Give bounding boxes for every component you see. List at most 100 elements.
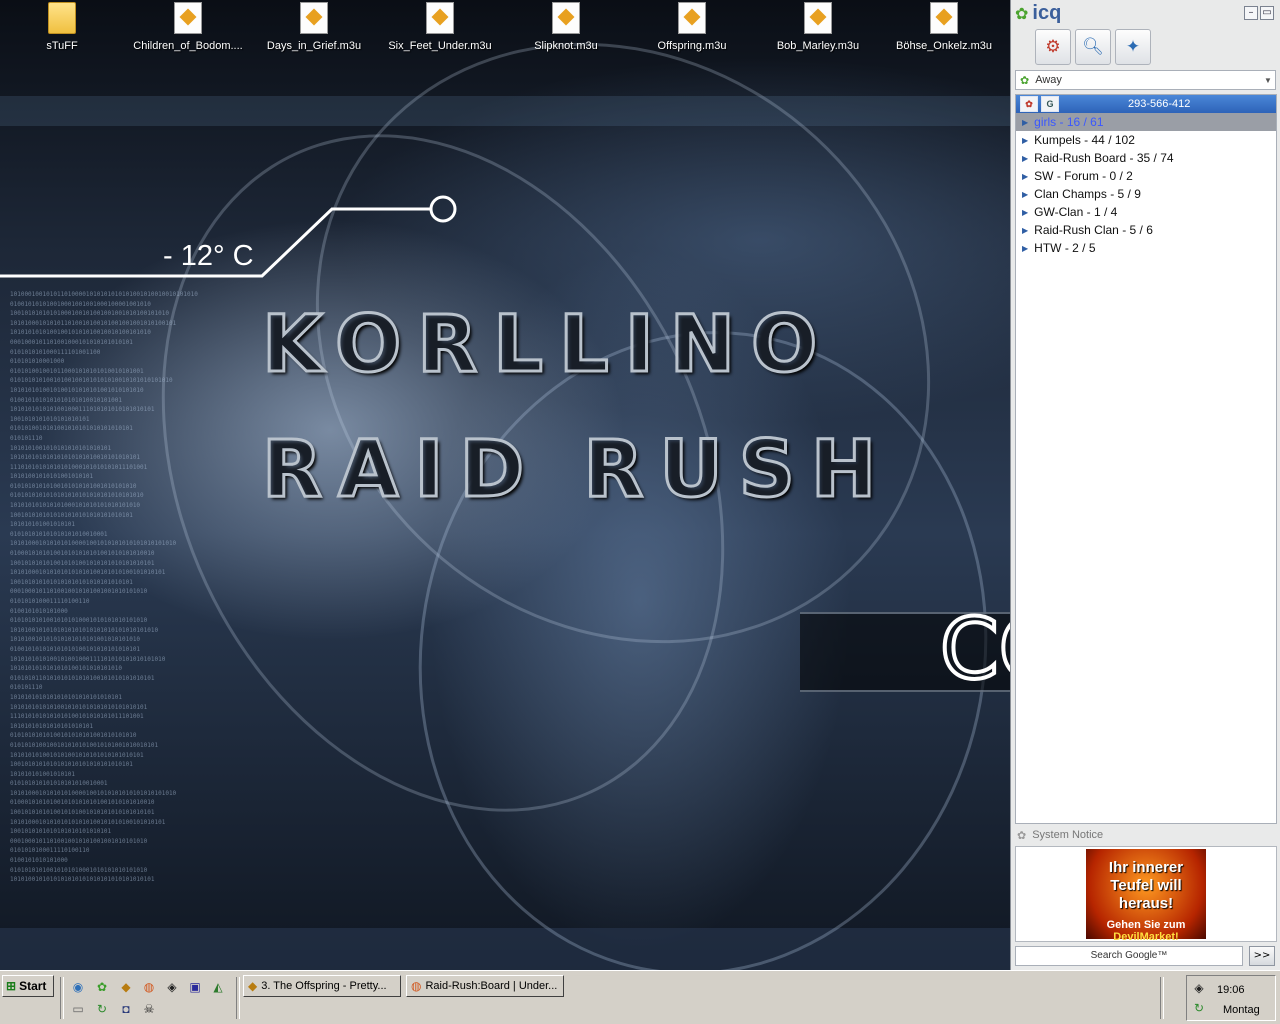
desktop-icon-playlist[interactable]: Days_in_Grief.m3u [254, 2, 374, 52]
desktop-icon-label: Bob_Marley.m3u [776, 40, 860, 52]
group-row[interactable]: ▶ HTW - 2 / 5 [1016, 239, 1276, 257]
search-bar: Search Google™ >> [1015, 946, 1277, 966]
sync-tray-icon[interactable]: ↻ [1191, 1000, 1207, 1016]
ie-icon[interactable]: ◉ [70, 979, 86, 995]
desktop-icon-playlist[interactable]: Offspring.m3u [632, 2, 752, 52]
group-row[interactable]: ▶ GW-Clan - 1 / 4 [1016, 203, 1276, 221]
ad-brand: DevilMarket! [1113, 931, 1179, 943]
icq-window: ✿ icq – ▭ ⚙ 🔍︎ ✦ ✿ Away ▼ ✿ G 293-566-41… [1010, 0, 1280, 970]
taskbar: ⊞ Start ◉ ✿ ◆ ◍ ◈ ▣ ◭ ▭ ↻ ◘ ☠ ◆ 3. The O… [0, 970, 1280, 1024]
wallpaper-partial-text: CO [938, 598, 1010, 700]
system-tray: ◈ ↻ 19:06 Montag [1186, 975, 1276, 1021]
notice-flower-icon: ✿ [1017, 829, 1027, 842]
search-icon: 🔍︎ [1082, 37, 1104, 57]
app-icon[interactable]: ◭ [210, 979, 226, 995]
ad-headline: Ihr innerer Teufel will heraus! [1108, 859, 1184, 912]
chevron-down-icon: ▼ [1264, 75, 1272, 85]
windows-logo-icon: ⊞ [6, 979, 17, 993]
my-icq-button[interactable]: ✦ [1115, 29, 1151, 65]
winamp-icon: ◆ [248, 979, 258, 993]
icq-toolbar: ⚙ 🔍︎ ✦ [1011, 26, 1280, 68]
contact-list: ✿ G 293-566-412 ▶ girls - 16 / 61 ▶ Kumpel… [1015, 94, 1277, 824]
folder-icon [48, 2, 76, 34]
desktop-icon-playlist[interactable]: Bob_Marley.m3u [758, 2, 878, 52]
group-label: SW - Forum - 0 / 2 [1034, 169, 1133, 183]
desktop-icon-label: sTuFF [46, 40, 78, 52]
desktop-icon-playlist[interactable]: Six_Feet_Under.m3u [380, 2, 500, 52]
refresh-icon[interactable]: ↻ [94, 1001, 110, 1017]
close-icon[interactable]: ▭ [1260, 6, 1274, 20]
firefox-icon[interactable]: ◍ [141, 979, 157, 995]
group-label: Clan Champs - 5 / 9 [1034, 187, 1141, 201]
expand-triangle-icon: ▶ [1022, 189, 1029, 199]
contacts-tab-icon[interactable]: ✿ [1020, 96, 1038, 112]
group-label: girls - 16 / 61 [1034, 115, 1104, 129]
group-label: Kumpels - 44 / 102 [1034, 133, 1135, 147]
skull-icon[interactable]: ☠ [141, 1001, 157, 1017]
services-button[interactable]: ⚙ [1035, 29, 1071, 65]
group-label: HTW - 2 / 5 [1034, 241, 1096, 255]
ad-banner[interactable]: Ihr innerer Teufel will heraus! Gehen Si… [1086, 849, 1206, 943]
tool-icon[interactable]: ◘ [118, 1001, 134, 1017]
find-users-button[interactable]: 🔍︎ [1075, 29, 1111, 65]
group-row[interactable]: ▶ Kumpels - 44 / 102 [1016, 131, 1276, 149]
task-button-winamp[interactable]: ◆ 3. The Offspring - Pretty... [243, 975, 401, 997]
desktop: 1010001001010110100001010101010101001010… [0, 0, 1010, 970]
group-row[interactable]: ▶ Clan Champs - 5 / 9 [1016, 185, 1276, 203]
start-label: Start [19, 979, 47, 993]
expand-triangle-icon: ▶ [1022, 225, 1029, 235]
search-go-button[interactable]: >> [1249, 946, 1275, 966]
task-label: 3. The Offspring - Pretty... [261, 980, 387, 992]
desktop-icon-label: Days_in_Grief.m3u [266, 40, 362, 52]
group-label: Raid-Rush Clan - 5 / 6 [1034, 223, 1153, 237]
day-label: Montag [1223, 1004, 1260, 1016]
desktop-icon-label: Six_Feet_Under.m3u [388, 40, 492, 52]
minimize-icon[interactable]: – [1244, 6, 1258, 20]
desktop-icon-label: Slipknot.m3u [534, 40, 598, 52]
ad-subline: Gehen Sie zum [1106, 919, 1186, 931]
icq-flower-icon: ✿ [1015, 3, 1029, 23]
desktop-icon-playlist[interactable]: Children_of_Bodom.... [128, 2, 248, 52]
expand-triangle-icon: ▶ [1022, 171, 1029, 181]
desktop-icon-playlist[interactable]: Slipknot.m3u [506, 2, 626, 52]
wallpaper-band [0, 928, 1010, 970]
status-dropdown[interactable]: ✿ Away ▼ [1015, 70, 1276, 90]
group-row[interactable]: ▶ SW - Forum - 0 / 2 [1016, 167, 1276, 185]
group-row[interactable]: ▶ girls - 16 / 61 [1016, 113, 1276, 131]
status-flower-icon: ✿ [1020, 74, 1030, 87]
winamp-icon[interactable]: ◆ [118, 979, 134, 995]
icq-titlebar[interactable]: ✿ icq – ▭ [1011, 0, 1280, 26]
firefox-icon: ◍ [411, 979, 422, 993]
playlist-file-icon [300, 2, 328, 34]
desktop-icon-label: Children_of_Bodom.... [133, 40, 243, 52]
drive-icon[interactable]: ▭ [70, 1001, 86, 1017]
group-label: GW-Clan - 1 / 4 [1034, 205, 1118, 219]
system-notice[interactable]: ✿ System Notice [1015, 826, 1277, 844]
task-button-firefox[interactable]: ◍ Raid-Rush:Board | Under... [406, 975, 564, 997]
groups-tab[interactable]: G [1041, 96, 1059, 112]
expand-triangle-icon: ▶ [1022, 153, 1029, 163]
playlist-file-icon [930, 2, 958, 34]
steam-tray-icon[interactable]: ◈ [1191, 980, 1207, 996]
taskbar-separator [236, 977, 240, 1019]
desktop-icon-folder[interactable]: sTuFF [2, 2, 122, 52]
desktop-icon-playlist[interactable]: Böhse_Onkelz.m3u [884, 2, 1004, 52]
icq-icon[interactable]: ✿ [94, 979, 110, 995]
group-row[interactable]: ▶ Raid-Rush Board - 35 / 74 [1016, 149, 1276, 167]
task-label: Raid-Rush:Board | Under... [425, 980, 558, 992]
search-input[interactable]: Search Google™ [1015, 946, 1243, 966]
clock[interactable]: 19:06 [1217, 984, 1245, 996]
expand-triangle-icon: ▶ [1022, 207, 1029, 217]
desktop-icon-label: Offspring.m3u [657, 40, 727, 52]
expand-triangle-icon: ▶ [1022, 243, 1029, 253]
playlist-file-icon [804, 2, 832, 34]
binary-pattern: 1010001001010110100001010101010101001010… [10, 291, 198, 884]
uin-number: 293-566-412 [1128, 98, 1191, 110]
wallpaper-logo-line2: RAID RUSH [260, 424, 893, 517]
media-icon[interactable]: ▣ [187, 979, 203, 995]
expand-triangle-icon: ▶ [1022, 117, 1029, 127]
start-button[interactable]: ⊞ Start [2, 975, 54, 997]
group-row[interactable]: ▶ Raid-Rush Clan - 5 / 6 [1016, 221, 1276, 239]
steam-icon[interactable]: ◈ [164, 979, 180, 995]
playlist-file-icon [426, 2, 454, 34]
